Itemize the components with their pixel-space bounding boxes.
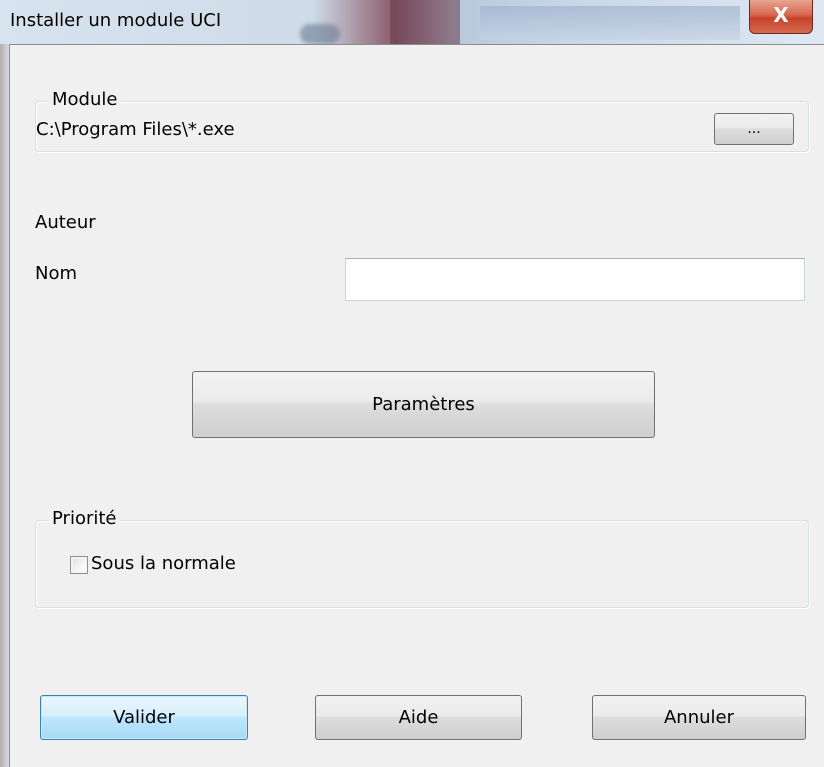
browse-button[interactable]: ...	[714, 113, 794, 145]
dialog-client-area: Module C:\Program Files\*.exe ... Auteur…	[9, 44, 824, 767]
window-title: Installer un module UCI	[10, 10, 222, 31]
help-button[interactable]: Aide	[315, 695, 522, 740]
title-bar[interactable]: Installer un module UCI X	[0, 0, 824, 44]
cancel-button[interactable]: Annuler	[592, 695, 806, 740]
name-label: Nom	[35, 263, 78, 284]
parameters-button[interactable]: Paramètres	[192, 371, 655, 438]
below-normal-label[interactable]: Sous la normale	[91, 553, 236, 574]
close-icon: X	[773, 3, 789, 27]
install-uci-module-dialog: Installer un module UCI X Module C:\Prog…	[0, 0, 824, 767]
title-bar-background-blur	[390, 0, 460, 44]
title-bar-background-blur	[300, 24, 340, 44]
close-button[interactable]: X	[749, 0, 813, 34]
name-input[interactable]	[345, 258, 805, 301]
module-group-legend: Module	[49, 89, 121, 110]
priority-group-legend: Priorité	[49, 508, 120, 529]
below-normal-checkbox[interactable]	[70, 556, 88, 574]
module-path-value: C:\Program Files\*.exe	[36, 119, 235, 140]
author-label: Auteur	[35, 212, 96, 233]
window-frame-left	[0, 44, 9, 767]
ok-button[interactable]: Valider	[40, 695, 248, 740]
title-bar-background-blur	[480, 6, 740, 40]
